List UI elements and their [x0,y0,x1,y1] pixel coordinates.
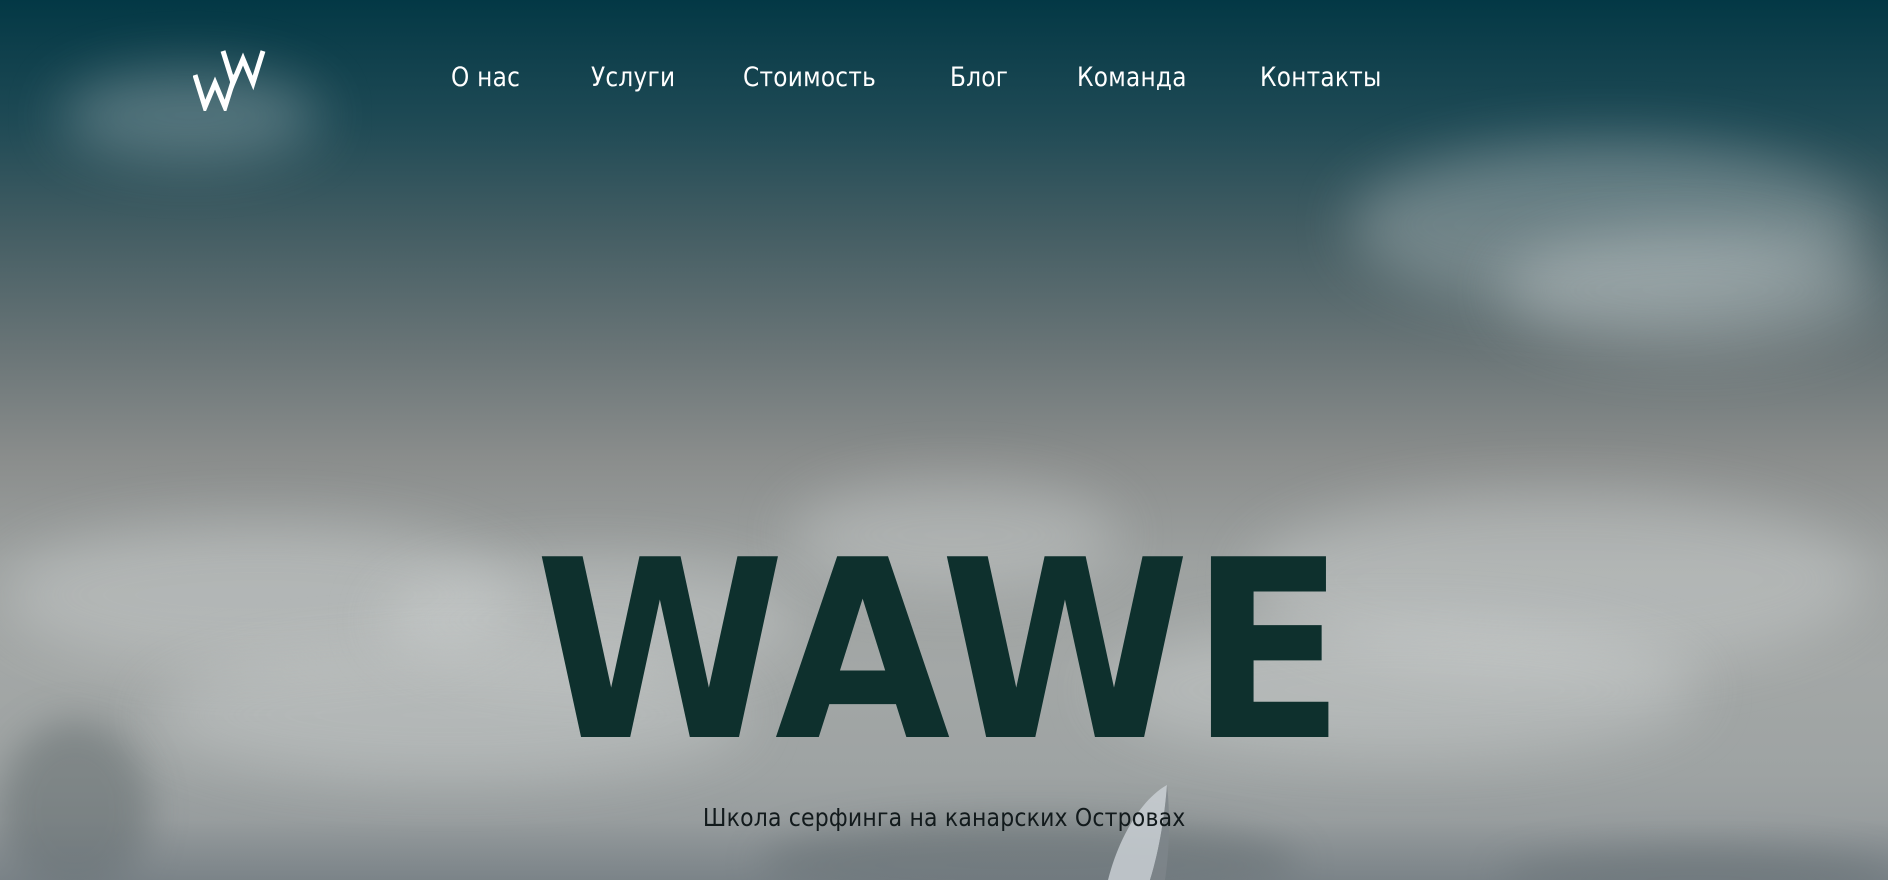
nav-item-contacts: Контакты [1260,58,1420,98]
main-nav: О нас Услуги Стоимость Блог Команда Конт… [451,58,1420,98]
nav-link-contacts[interactable]: Контакты [1260,58,1398,98]
nav-item-pricing: Стоимость [743,58,950,98]
nav-item-about: О нас [451,58,591,98]
site-title-text: WAWE [535,556,1345,742]
nav-item-team: Команда [1077,58,1260,98]
nav-link-team[interactable]: Команда [1077,58,1234,98]
nav-item-blog: Блог [950,58,1077,98]
nav-item-services: Услуги [591,58,743,98]
site-subtitle: Школа серфинга на канарских Островах [0,800,1888,836]
nav-link-pricing[interactable]: Стоимость [743,58,921,98]
nav-link-about[interactable]: О нас [451,58,571,98]
double-w-logo-icon[interactable] [192,45,273,115]
nav-link-services[interactable]: Услуги [591,58,722,98]
site-header: О нас Услуги Стоимость Блог Команда Конт… [0,0,1888,150]
site-title: WAWE [535,556,1345,742]
site-subtitle-text: Школа серфинга на канарских Островах [702,803,1186,832]
nav-link-blog[interactable]: Блог [950,58,1059,98]
